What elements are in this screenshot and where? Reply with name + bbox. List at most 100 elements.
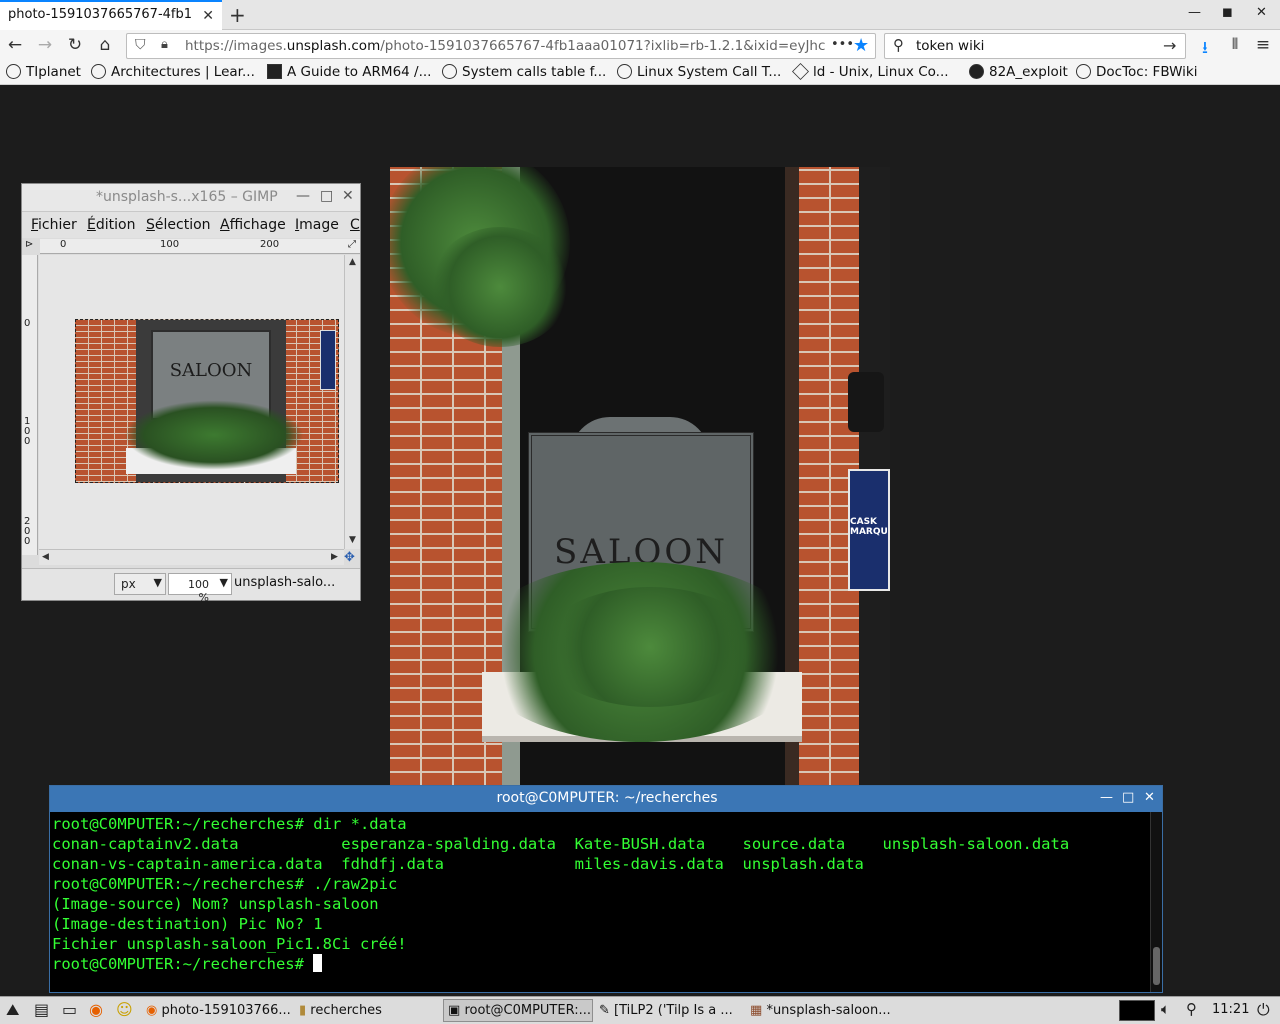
terminal-window[interactable]: root@C0MPUTER: ~/recherches — □ ✕ root@C… <box>49 785 1163 993</box>
menu-selection[interactable]: Sélection <box>146 217 211 233</box>
fern-plants <box>540 587 760 707</box>
ruler-tick: 0 <box>24 318 31 329</box>
bookmark-item[interactable]: A Guide to ARM64 /... <box>267 64 431 80</box>
close-icon[interactable]: ✕ <box>1144 790 1155 805</box>
back-arrow-icon[interactable]: ← <box>4 35 26 55</box>
logout-icon[interactable]: ⏻ <box>1257 1000 1270 1020</box>
task-gimp[interactable]: ▦ *unsplash-saloon... <box>745 999 895 1022</box>
task-label: recherches <box>310 1003 382 1018</box>
bookmark-item[interactable]: Linux System Call T... <box>617 64 781 80</box>
diamond-icon <box>792 63 809 80</box>
bookmark-star-icon[interactable]: ★ <box>853 35 869 56</box>
close-tab-icon[interactable]: ✕ <box>202 8 214 24</box>
terminal-output[interactable]: root@C0MPUTER:~/recherches# dir *.data c… <box>52 814 1069 974</box>
tracking-shield-icon[interactable]: ⛉ <box>135 37 146 53</box>
terminal-titlebar[interactable]: root@C0MPUTER: ~/recherches — □ ✕ <box>50 786 1162 812</box>
terminal-launcher-icon[interactable]: ▭ <box>62 1000 77 1019</box>
terminal-title: root@C0MPUTER: ~/recherches <box>496 790 718 806</box>
start-menu-icon[interactable]: ⛰ <box>6 1000 19 1020</box>
search-go-icon[interactable]: → <box>1163 36 1176 55</box>
menu-affichage[interactable]: Affichage <box>220 217 286 233</box>
task-file-manager[interactable]: ▮ recherches <box>294 999 442 1022</box>
bookmark-label: A Guide to ARM64 /... <box>287 64 432 80</box>
menu-calques[interactable]: C <box>350 217 360 233</box>
scroll-right-icon[interactable]: ▶ <box>331 552 338 562</box>
close-icon[interactable]: ✕ <box>342 188 354 204</box>
github-icon <box>969 64 984 79</box>
scroll-left-icon[interactable]: ◀ <box>42 552 49 562</box>
show-desktop-icon[interactable]: ▤ <box>34 1000 49 1019</box>
menu-edition[interactable]: Édition <box>87 217 135 233</box>
library-icon[interactable]: ⫴ <box>1224 35 1246 53</box>
firefox-launcher-icon[interactable]: ◉ <box>89 1000 103 1019</box>
tab-active[interactable]: photo-1591037665767-4fb1 ✕ <box>0 0 222 30</box>
zoom-fit-icon[interactable]: ⤢ <box>348 239 356 250</box>
gimp-launcher-icon[interactable]: ☺ <box>116 1000 133 1019</box>
search-input[interactable]: token wiki <box>916 38 984 54</box>
gimp-title: *unsplash-s...x165 – GIMP <box>96 189 278 205</box>
globe-icon <box>617 64 632 79</box>
task-label: root@C0MPUTER:... <box>464 1003 591 1018</box>
horizontal-ruler[interactable]: 0 100 200 <box>40 239 360 254</box>
bookmark-item[interactable]: System calls table f... <box>442 64 606 80</box>
wiki-icon <box>1076 64 1091 79</box>
search-bar[interactable]: ⚲ token wiki → <box>884 33 1186 59</box>
download-icon[interactable]: ⭳ <box>1194 35 1216 64</box>
ruler-tick: 1 0 0 <box>24 416 31 447</box>
scroll-down-icon[interactable]: ▼ <box>349 535 356 545</box>
home-icon[interactable]: ⌂ <box>94 35 116 55</box>
lock-icon[interactable]: 🔒︎ <box>161 37 168 52</box>
gimp-window[interactable]: *unsplash-s...x165 – GIMP — □ ✕ Fichier … <box>21 183 361 604</box>
horizontal-scrollbar[interactable]: ◀ ▶ <box>39 549 344 565</box>
bookmark-item[interactable]: TIplanet <box>6 64 81 80</box>
gimp-image-thumbnail[interactable]: SALOON <box>75 319 339 483</box>
maximize-icon[interactable]: □ <box>1122 790 1134 805</box>
task-terminal[interactable]: ▣ root@C0MPUTER:... <box>443 999 593 1022</box>
task-tilp[interactable]: ✎ [TiLP2 ('Tilp Is a ... <box>594 999 744 1022</box>
network-icon[interactable]: ⚲ <box>1186 1000 1197 1018</box>
forward-arrow-icon[interactable]: → <box>34 35 56 55</box>
menu-fichier[interactable]: Fichier <box>31 217 77 233</box>
close-window-icon[interactable]: ✕ <box>1256 5 1267 20</box>
globe-icon <box>442 64 457 79</box>
gimp-canvas[interactable]: SALOON <box>39 255 344 549</box>
search-icon: ⚲ <box>893 36 904 54</box>
bookmark-label: Linux System Call T... <box>637 64 782 80</box>
bookmark-item[interactable]: Architectures | Lear... <box>91 64 255 80</box>
maximize-icon[interactable]: ◼ <box>1222 5 1233 20</box>
menu-icon[interactable]: ≡ <box>1252 35 1274 55</box>
menu-label: élection <box>154 217 211 233</box>
quickmask-icon[interactable]: ⊳ <box>25 239 33 250</box>
url-text[interactable]: https://images.unsplash.com/photo-159103… <box>185 38 825 54</box>
scroll-up-icon[interactable]: ▲ <box>349 257 356 267</box>
gimp-titlebar[interactable]: *unsplash-s...x165 – GIMP — □ ✕ <box>22 184 360 212</box>
minimize-icon[interactable]: — <box>1188 5 1201 20</box>
site-icon <box>267 64 282 79</box>
menu-mnemonic: É <box>87 217 96 233</box>
minimize-icon[interactable]: — <box>1100 790 1113 805</box>
bookmark-item[interactable]: 82A_exploit <box>969 64 1068 80</box>
page-actions-icon[interactable]: ••• <box>831 37 854 52</box>
minimize-icon[interactable]: — <box>296 188 310 204</box>
vertical-scrollbar[interactable]: ▲ ▼ <box>344 255 360 549</box>
photo-image[interactable]: SALOON CASK MARQU <box>390 167 890 787</box>
url-bar[interactable]: ⛉ 🔒︎ https://images.unsplash.com/photo-1… <box>126 33 876 59</box>
navigate-icon[interactable]: ✥ <box>344 550 355 565</box>
badge-text: CASK MARQU <box>850 517 888 537</box>
vertical-ruler[interactable]: 0 1 0 0 2 0 0 <box>22 255 38 555</box>
image-name-status: unsplash-salo... <box>234 575 336 590</box>
reload-icon[interactable]: ↻ <box>64 35 86 55</box>
maximize-icon[interactable]: □ <box>320 188 333 204</box>
task-label: photo-159103766... <box>161 1003 291 1018</box>
task-firefox[interactable]: ◉ photo-159103766... <box>141 999 291 1022</box>
unit-select[interactable]: px ▼ <box>114 573 166 595</box>
menu-image[interactable]: Image <box>295 217 339 233</box>
new-tab-button[interactable]: + <box>229 3 246 27</box>
zoom-select[interactable]: 100 % ▼ <box>168 573 232 604</box>
bookmark-item[interactable]: DocToc: FBWiki <box>1076 64 1197 80</box>
scrollbar-thumb[interactable] <box>1153 947 1160 985</box>
volume-icon[interactable]: 🔈︎ <box>1161 1000 1170 1018</box>
bookmark-item[interactable]: ld - Unix, Linux Co... <box>792 63 949 80</box>
terminal-line: root@C0MPUTER:~/recherches# dir *.data <box>52 815 407 833</box>
terminal-scrollbar[interactable] <box>1150 812 1162 992</box>
